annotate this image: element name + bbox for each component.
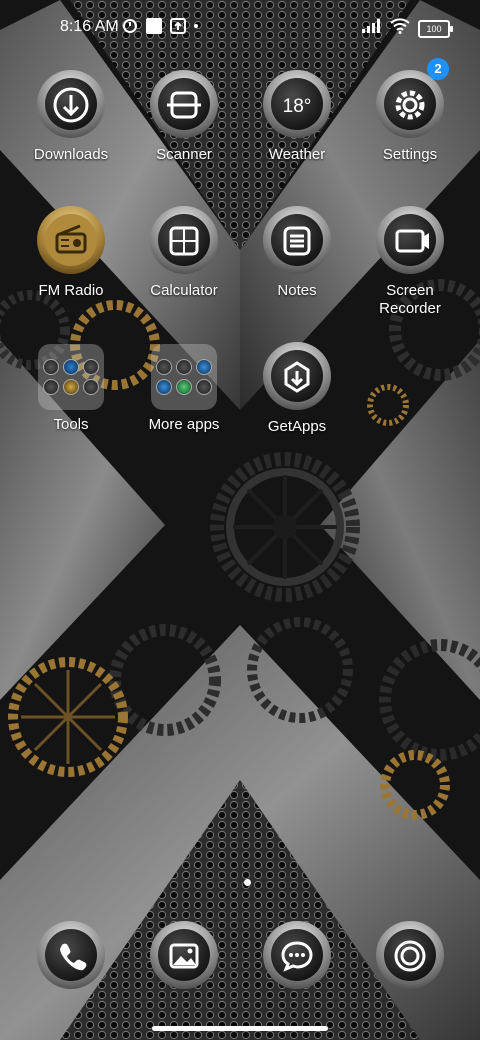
app-label: Settings — [382, 146, 438, 163]
app-label: Calculator — [150, 282, 218, 299]
app-label: Tools — [53, 416, 89, 433]
gear-icon: 2 — [375, 58, 449, 140]
notification-badge: 2 — [427, 58, 449, 80]
app-downloads[interactable]: Downloads — [15, 70, 127, 164]
clock: 8:16 AM — [60, 18, 119, 35]
app-fm-radio[interactable]: FM Radio — [15, 206, 127, 300]
messages-icon — [262, 921, 332, 991]
app-screen-recorder[interactable]: Screen Recorder — [354, 206, 466, 318]
more-dots-icon — [194, 24, 198, 28]
app-label: Screen Recorder — [379, 282, 441, 317]
page-indicator[interactable] — [244, 879, 251, 886]
battery-icon: 100 — [418, 19, 453, 38]
folder-icon — [151, 344, 217, 410]
calculator-icon — [149, 206, 219, 276]
status-bar: 8:16 AM 100 — [0, 0, 480, 56]
app-settings[interactable]: 2 Settings — [354, 58, 466, 164]
app-getapps[interactable]: GetApps — [241, 342, 353, 436]
app-scanner[interactable]: Scanner — [128, 70, 240, 164]
weather-temperature: 18° — [283, 96, 312, 117]
dock-gallery[interactable] — [128, 921, 240, 991]
weather-icon: 18° — [262, 70, 332, 140]
folder-more-apps[interactable]: More apps — [128, 342, 240, 434]
app-label: Notes — [277, 282, 317, 299]
getapps-icon — [262, 342, 332, 412]
app-label: FM Radio — [38, 282, 104, 299]
dock-phone[interactable] — [15, 921, 127, 991]
folder-tools[interactable]: Tools — [15, 342, 127, 434]
download-icon — [36, 70, 106, 140]
wifi-icon — [390, 18, 410, 39]
app-label: More apps — [148, 416, 220, 433]
app-label: Downloads — [33, 146, 109, 163]
signal-icon — [362, 19, 382, 38]
alarm-icon — [122, 18, 138, 34]
upload-icon — [170, 18, 186, 34]
scanner-icon — [149, 70, 219, 140]
app-label: Weather — [268, 146, 326, 163]
dock-camera[interactable] — [354, 921, 466, 991]
screen-recorder-icon — [375, 206, 445, 276]
folder-icon — [38, 344, 104, 410]
app-label: GetApps — [267, 418, 327, 435]
camera-icon — [375, 921, 445, 991]
app-calculator[interactable]: Calculator — [128, 206, 240, 300]
app-weather[interactable]: 18° Weather — [241, 70, 353, 164]
app-notes[interactable]: Notes — [241, 206, 353, 300]
phone-icon — [36, 921, 106, 991]
gallery-icon — [149, 921, 219, 991]
home-gesture-bar[interactable] — [152, 1026, 328, 1031]
app-label: Scanner — [156, 146, 212, 163]
dock-messages[interactable] — [241, 921, 353, 991]
radio-icon — [36, 206, 106, 276]
notes-icon — [262, 206, 332, 276]
square-notification-icon — [146, 18, 162, 34]
